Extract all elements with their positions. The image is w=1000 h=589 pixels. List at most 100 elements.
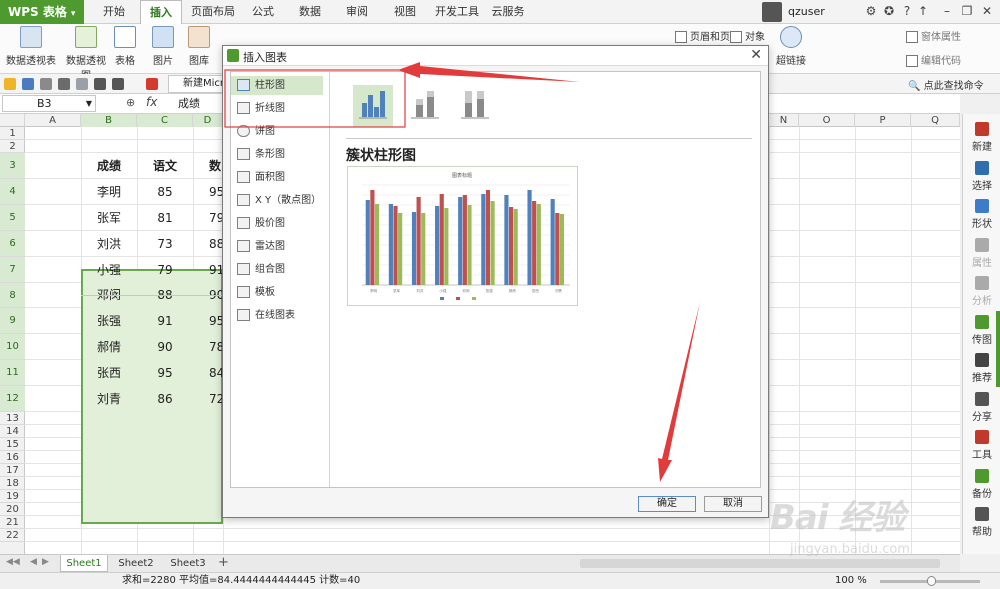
table-button[interactable]: 表格 [112, 26, 138, 67]
print-icon[interactable] [58, 78, 70, 90]
row-header[interactable]: 19 [0, 490, 25, 503]
chart-type-radar[interactable]: 雷达图 [231, 237, 323, 256]
table-cell[interactable]: 刘青 [81, 386, 137, 412]
tab-insert[interactable]: 插入 [140, 0, 182, 24]
arrow-up-icon[interactable]: ↑ [916, 4, 930, 18]
column-header[interactable]: O [799, 114, 855, 127]
row-header[interactable]: 10 [0, 334, 25, 360]
table-cell[interactable]: 成绩 [81, 153, 137, 179]
subtype-percent-stacked-column[interactable] [455, 85, 495, 127]
chart-type-combo[interactable]: 组合图 [231, 260, 323, 279]
row-header[interactable]: 5 [0, 205, 25, 231]
tab-data[interactable]: 数据 [290, 0, 330, 24]
table-cell[interactable]: 95 [193, 179, 223, 205]
chart-type-online[interactable]: 在线图表 [231, 306, 323, 325]
table-cell[interactable]: 刘洪 [81, 231, 137, 257]
add-sheet-button[interactable]: + [218, 555, 229, 570]
table-cell[interactable]: 数学 [193, 153, 223, 179]
row-header[interactable]: 20 [0, 503, 25, 516]
table-cell[interactable]: 73 [137, 231, 193, 257]
hyperlink-button[interactable]: 超链接 [774, 26, 808, 67]
sheet-tab-3[interactable]: Sheet3 [164, 555, 212, 572]
table-cell[interactable]: 86 [137, 386, 193, 412]
first-sheet-icon[interactable]: ◀◀ [6, 557, 20, 567]
prev-sheet-icon[interactable]: ◀ [30, 557, 37, 567]
next-sheet-icon[interactable]: ▶ [42, 557, 49, 567]
zoom-icon[interactable]: ⊕ [126, 96, 135, 109]
sidebar-item-select[interactable]: 选择 [963, 160, 1000, 192]
chart-type-column[interactable]: 柱形图 [231, 76, 323, 95]
tab-review[interactable]: 审阅 [338, 0, 376, 24]
sidebar-item-share[interactable]: 分享 [963, 391, 1000, 423]
table-cell[interactable]: 李明 [81, 179, 137, 205]
shirt-icon[interactable]: ✪ [882, 4, 896, 18]
column-header[interactable]: P [855, 114, 911, 127]
table-cell[interactable]: 81 [137, 205, 193, 231]
table-cell[interactable]: 张强 [81, 308, 137, 334]
form-properties-button[interactable]: 窗体属性 [906, 28, 961, 43]
find-command[interactable]: 🔍 点此查找命令 [908, 77, 984, 92]
chart-type-area[interactable]: 面积图 [231, 168, 323, 187]
sidebar-item-tools[interactable]: 工具 [963, 430, 1000, 461]
row-header[interactable]: 9 [0, 308, 25, 334]
table-cell[interactable]: 72 [193, 386, 223, 412]
table-cell[interactable]: 78 [193, 334, 223, 360]
row-header[interactable]: 14 [0, 425, 25, 438]
object-button[interactable]: 对象 [730, 28, 765, 43]
chart-type-bar[interactable]: 条形图 [231, 145, 323, 164]
sheet-tab-2[interactable]: Sheet2 [112, 555, 160, 572]
row-header[interactable]: 12 [0, 386, 25, 412]
redo-icon[interactable] [112, 78, 124, 90]
sidebar-item-upload[interactable]: 传图 [963, 314, 1000, 346]
tab-formulas[interactable]: 公式 [244, 0, 282, 24]
row-header[interactable]: 13 [0, 412, 25, 425]
sidebar-item-shape[interactable]: 形状 [963, 199, 1000, 230]
function-icon[interactable]: fx [146, 95, 157, 109]
row-header[interactable]: 16 [0, 451, 25, 464]
restore-icon[interactable]: ❐ [960, 4, 974, 18]
table-cell[interactable]: 90 [137, 334, 193, 360]
ok-button[interactable]: 确定 [638, 496, 696, 512]
preview-icon[interactable] [76, 78, 88, 90]
tab-cloud[interactable]: 云服务 [488, 0, 528, 24]
row-header[interactable]: 7 [0, 257, 25, 283]
tab-developer[interactable]: 开发工具 [430, 0, 484, 24]
zoom-slider-handle[interactable] [927, 576, 936, 586]
row-header[interactable]: 18 [0, 477, 25, 490]
tab-page-layout[interactable]: 页面布局 [186, 0, 240, 24]
row-header[interactable]: 11 [0, 360, 25, 386]
pivot-table-button[interactable]: 数据透视表 [6, 26, 56, 67]
chart-type-line[interactable]: 折线图 [231, 99, 323, 118]
row-header[interactable]: 15 [0, 438, 25, 451]
chart-type-pie[interactable]: 饼图 [231, 122, 323, 141]
table-cell[interactable]: 语文 [137, 153, 193, 179]
table-cell[interactable]: 95 [193, 308, 223, 334]
minimize-icon[interactable]: – [940, 4, 954, 18]
column-header[interactable]: C [137, 114, 193, 127]
chart-type-scatter[interactable]: X Y（散点图） [231, 191, 323, 210]
table-cell[interactable]: 郝倩 [81, 334, 137, 360]
table-cell[interactable]: 91 [193, 257, 223, 283]
row-header[interactable]: 1 [0, 127, 25, 140]
row-header[interactable]: 8 [0, 283, 25, 308]
table-cell[interactable]: 85 [137, 179, 193, 205]
row-header[interactable]: 17 [0, 464, 25, 477]
chart-type-template[interactable]: 模板 [231, 283, 323, 302]
tab-view[interactable]: 视图 [386, 0, 424, 24]
column-header[interactable]: D [193, 114, 223, 127]
sheet-tab-1[interactable]: Sheet1 [60, 555, 108, 572]
table-cell[interactable]: 95 [137, 360, 193, 386]
table-cell[interactable]: 91 [137, 308, 193, 334]
close-icon[interactable]: ✕ [750, 47, 762, 63]
row-header[interactable]: 21 [0, 516, 25, 529]
select-all-corner[interactable] [0, 114, 25, 127]
table-cell[interactable]: 79 [193, 205, 223, 231]
gallery-button[interactable]: 图库 [184, 26, 214, 67]
sidebar-item-new[interactable]: 新建 [963, 122, 1000, 153]
column-header[interactable]: B [81, 114, 137, 127]
subtype-clustered-column[interactable] [353, 85, 393, 127]
subtype-stacked-column[interactable] [405, 85, 445, 127]
cancel-button[interactable]: 取消 [704, 496, 762, 512]
tab-home[interactable]: 开始 [92, 0, 136, 24]
table-cell[interactable]: 张军 [81, 205, 137, 231]
